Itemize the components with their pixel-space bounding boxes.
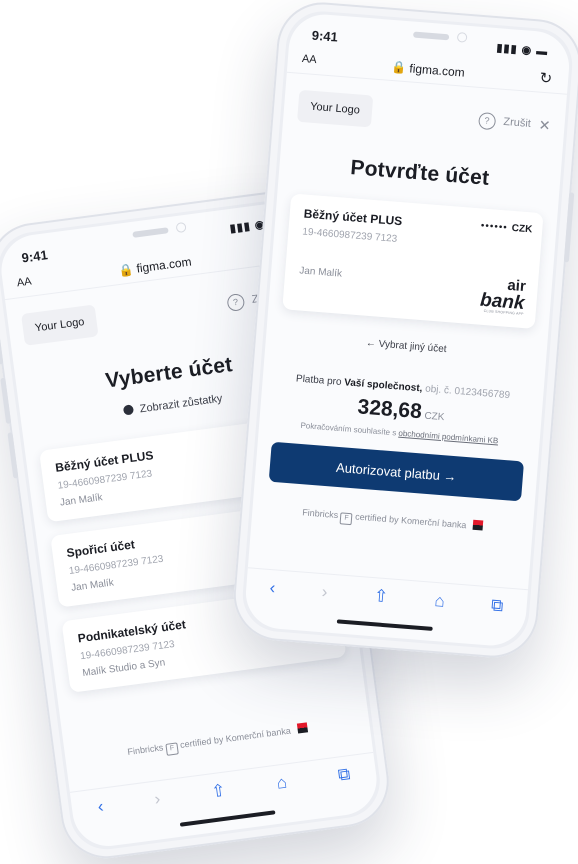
browser-toolbar: ‹ › ⇧ ⌂ ⧉: [244, 567, 529, 627]
tabs-icon[interactable]: ⧉: [490, 595, 504, 616]
volume-up-button: [0, 377, 12, 424]
consent-prefix: Pokračováním souhlasíte s: [300, 420, 397, 438]
airbank-logo: air bank CLUB SHOPPING APP: [479, 277, 526, 316]
camera-icon: [175, 221, 187, 234]
finbricks-icon: F: [165, 742, 179, 756]
show-balances-label: Zobrazit zůstatky: [139, 392, 224, 416]
arrow-left-icon: ←: [365, 337, 377, 350]
page-content: Your Logo ? Zrušit ✕ Potvrďte účet Běžný…: [252, 89, 566, 540]
speaker-notch: [412, 31, 449, 41]
authorize-payment-button[interactable]: Autorizovat platbu →: [268, 441, 525, 502]
front-phone: 9:41 ▮▮▮ ◉ ▬ AA 🔒 figma.com ↻ Your Logo …: [230, 0, 578, 661]
account-currency: CZK: [511, 222, 533, 236]
cert-text: certified by Komerční banka: [354, 511, 467, 531]
status-time: 9:41: [311, 27, 339, 45]
power-button: [563, 192, 575, 263]
reload-icon[interactable]: ↻: [539, 69, 553, 88]
close-icon[interactable]: ✕: [538, 116, 551, 134]
share-icon[interactable]: ⇧: [373, 586, 389, 607]
logo-placeholder: Your Logo: [297, 89, 374, 128]
kb-logo-icon: [296, 722, 308, 734]
kb-logo-icon: [472, 519, 484, 531]
status-time: 9:41: [20, 247, 49, 266]
header-row: Your Logo ? Zrušit ✕: [297, 89, 552, 142]
selected-account-card: Běžný účet PLUS 19-4660987239 7123 Jan M…: [282, 193, 544, 329]
logo-placeholder: Your Logo: [21, 304, 99, 346]
bookmarks-icon[interactable]: ⌂: [275, 773, 288, 794]
cancel-area: ? Zrušit ✕: [477, 111, 551, 134]
bookmarks-icon[interactable]: ⌂: [434, 591, 446, 612]
payment-prefix: Platba pro: [295, 373, 342, 388]
order-reference: obj. č. 0123456789: [424, 383, 511, 402]
front-phone-screen: 9:41 ▮▮▮ ◉ ▬ AA 🔒 figma.com ↻ Your Logo …: [243, 11, 572, 649]
cancel-button[interactable]: Zrušit: [503, 116, 531, 130]
finbricks-icon: F: [340, 512, 353, 526]
camera-icon: [456, 31, 468, 43]
url-label: figma.com: [408, 61, 466, 80]
terms-link[interactable]: obchodními podmínkami KB: [398, 429, 498, 446]
forward-icon[interactable]: ›: [321, 582, 328, 602]
help-icon[interactable]: ?: [477, 111, 497, 130]
choose-other-account-label: Vybrat jiný účet: [378, 338, 447, 356]
page-title: Potvrďte účet: [349, 156, 491, 190]
payment-company: Vaší společnost,: [343, 377, 423, 395]
tabs-icon[interactable]: ⧉: [337, 764, 352, 785]
volume-down-button: [7, 432, 19, 479]
back-icon[interactable]: ‹: [97, 797, 105, 818]
help-icon[interactable]: ?: [226, 292, 246, 312]
back-icon[interactable]: ‹: [269, 578, 276, 598]
amount-currency: CZK: [423, 410, 445, 424]
share-icon[interactable]: ⇧: [210, 781, 227, 803]
signal-wifi-battery-icon: ▮▮▮ ◉ ▬: [496, 42, 549, 59]
certification-footer: Finbricks F certified by Komerční banka: [266, 504, 519, 539]
forward-icon[interactable]: ›: [153, 789, 161, 810]
mask-dots: ••••••: [480, 220, 509, 234]
eye-icon: [123, 404, 135, 416]
cert-brand: Finbricks: [126, 742, 164, 757]
url-label: figma.com: [135, 254, 193, 276]
home-indicator[interactable]: [336, 619, 433, 631]
amount-value: 328,68: [356, 395, 423, 424]
speaker-notch: [132, 227, 169, 238]
cert-brand: Finbricks: [301, 507, 339, 521]
cert-text: certified by Komerční banka: [179, 725, 292, 750]
choose-other-account-link[interactable]: ← Vybrat jiný účet: [280, 331, 533, 362]
mute-switch: [0, 338, 4, 365]
